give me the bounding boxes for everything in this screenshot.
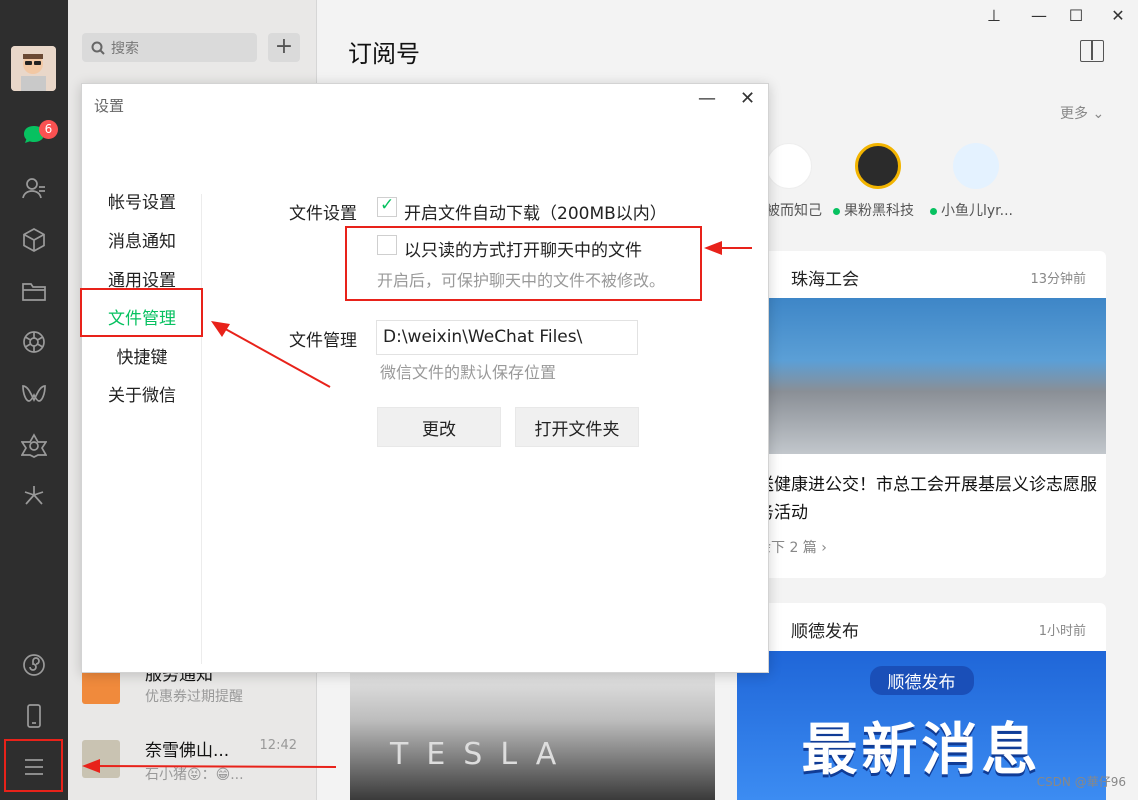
annotation-box-menu <box>4 739 63 792</box>
close-button[interactable]: ✕ <box>1106 6 1130 25</box>
account-name: 果粉黑科技 <box>844 203 914 219</box>
auto-download-label[interactable]: 开启文件自动下载（200MB以内） <box>404 199 667 224</box>
search-placeholder: 搜索 <box>111 40 139 57</box>
chat-item-group[interactable]: 奈雪佛山... 12:42 石小猪😝：😁... <box>68 730 317 796</box>
avatar-image <box>11 46 56 91</box>
file-management-label: 文件管理 <box>289 331 357 351</box>
account-logo[interactable] <box>855 143 901 189</box>
change-button[interactable]: 更改 <box>377 407 501 447</box>
mini-programs-icon[interactable] <box>19 481 49 511</box>
nav-about[interactable]: 关于微信 <box>82 381 202 406</box>
more-label: 更多 <box>1060 106 1088 122</box>
banner-big-text: 最新消息 <box>801 717 1042 783</box>
app-sidebar: 6 <box>0 0 68 800</box>
chat-time: 12:42 <box>259 738 297 753</box>
file-path-field[interactable]: D:\weixin\WeChat Files\ <box>376 320 638 355</box>
unread-badge: 6 <box>39 120 58 139</box>
tesla-logo-text: TESLA <box>390 737 575 772</box>
dialog-title: 设置 <box>94 97 125 115</box>
channels-icon[interactable] <box>19 379 49 409</box>
dialog-close-button[interactable]: ✕ <box>740 88 755 109</box>
nav-divider <box>201 194 202 664</box>
annotation-box-readonly <box>345 226 702 301</box>
account-logo[interactable] <box>766 143 812 189</box>
minimize-button[interactable]: — <box>1027 6 1051 25</box>
annotation-box-file-management <box>80 288 203 337</box>
pin-button[interactable]: ⊥ <box>982 6 1006 25</box>
page-title: 订阅号 <box>348 40 420 68</box>
search-discover-icon[interactable] <box>19 431 49 461</box>
card-source: 珠海工会 <box>791 270 859 290</box>
phone-icon[interactable] <box>19 701 49 731</box>
nav-shortcuts[interactable]: 快捷键 <box>82 343 202 368</box>
account-name[interactable]: 被而知己 <box>766 200 822 220</box>
article-headline: 送健康进公交！市总工会开展基层义诊志愿服务活动 <box>757 475 1097 523</box>
account-logo[interactable] <box>953 143 999 189</box>
watermark: CSDN @華仔96 <box>1036 775 1126 789</box>
chat-preview: 优惠券过期提醒 <box>145 689 243 705</box>
search-icon <box>91 41 105 55</box>
article-image <box>737 298 1106 454</box>
nav-account-settings[interactable]: 帐号设置 <box>82 188 202 213</box>
settings-dialog: 设置 — ✕ 帐号设置 消息通知 通用设置 文件管理 快捷键 关于微信 文件设置… <box>81 83 769 673</box>
group-avatar <box>82 740 120 778</box>
article-card[interactable]: 顺德发布 1小时前 顺德发布 最新消息 <box>737 603 1106 800</box>
auto-download-checkbox[interactable] <box>377 195 397 217</box>
article-card[interactable]: 珠海工会 13分钟前 送健康进公交！市总工会开展基层义诊志愿服务活动 余下 2 … <box>737 251 1106 578</box>
file-settings-label: 文件设置 <box>289 204 357 224</box>
chat-name: 奈雪佛山... <box>145 741 230 761</box>
add-button[interactable]: + <box>268 33 300 62</box>
card-source: 顺德发布 <box>791 622 859 642</box>
mini-program-panel-icon[interactable] <box>19 650 49 680</box>
maximize-button[interactable]: ☐ <box>1064 6 1088 25</box>
nav-notifications[interactable]: 消息通知 <box>82 227 202 252</box>
online-dot <box>930 207 937 215</box>
moments-icon[interactable] <box>19 327 49 357</box>
account-name-row[interactable]: 小鱼儿lyr... <box>930 200 1013 220</box>
account-name: 小鱼儿lyr... <box>941 203 1013 219</box>
contacts-icon[interactable] <box>19 173 49 203</box>
search-input[interactable]: 搜索 <box>82 33 257 62</box>
chat-preview: 石小猪😝：😁... <box>145 767 244 783</box>
folder-icon[interactable] <box>19 276 49 306</box>
online-dot <box>833 207 840 215</box>
banner-small-text: 顺德发布 <box>869 665 974 695</box>
dialog-minimize-button[interactable]: — <box>698 88 716 109</box>
more-link[interactable]: 更多 ⌄ <box>1060 103 1104 123</box>
article-image[interactable]: TESLA <box>350 667 715 800</box>
file-path-hint: 微信文件的默认保存位置 <box>380 363 557 382</box>
card-time: 13分钟前 <box>1030 272 1086 287</box>
card-time: 1小时前 <box>1038 624 1086 639</box>
sidebar-toggle-icon[interactable] <box>1080 40 1104 62</box>
account-name-row[interactable]: 果粉黑科技 <box>833 200 914 220</box>
avatar[interactable] <box>11 46 56 91</box>
open-folder-button[interactable]: 打开文件夹 <box>515 407 639 447</box>
favorites-icon[interactable] <box>19 225 49 255</box>
